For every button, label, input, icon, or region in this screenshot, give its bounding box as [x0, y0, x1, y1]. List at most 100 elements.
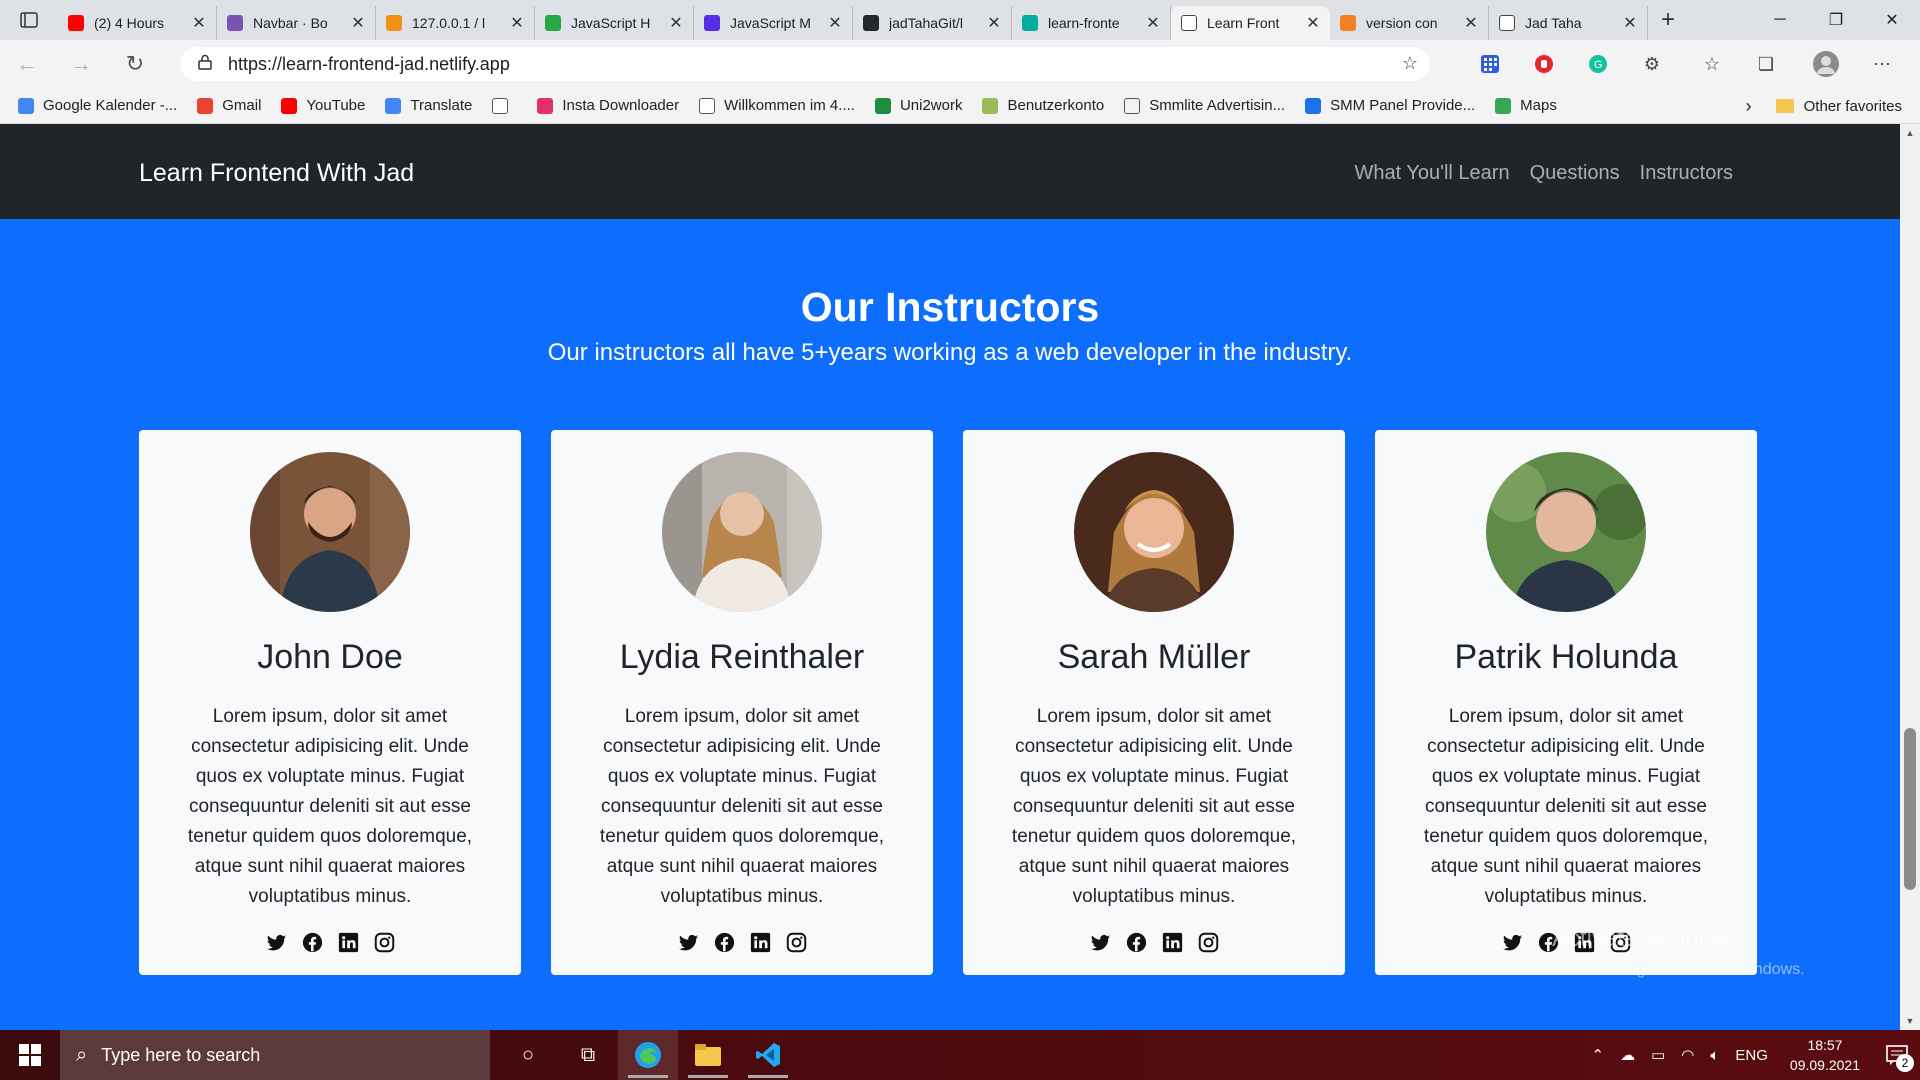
tab-close-icon[interactable]: ✕ [826, 13, 844, 33]
cortana-icon[interactable]: ○ [498, 1030, 558, 1080]
minimize-button[interactable]: ─ [1752, 0, 1808, 40]
page-scrollbar[interactable]: ▲ ▼ [1900, 124, 1920, 1030]
extension-grammarly-icon[interactable]: G [1582, 48, 1614, 80]
file-explorer-taskbar-icon[interactable] [678, 1030, 738, 1080]
instructor-name: Sarah Müller [1057, 638, 1251, 676]
clock[interactable]: 18:57 09.09.2021 [1790, 1035, 1860, 1075]
chevron-up-icon[interactable]: ⌃ [1592, 1046, 1605, 1064]
back-button[interactable]: ← [0, 40, 54, 88]
tab-title: 127.0.0.1 / l [412, 15, 486, 31]
tab-close-icon[interactable]: ✕ [1144, 13, 1162, 33]
tab-close-icon[interactable]: ✕ [190, 13, 208, 33]
bookmark-item[interactable]: Benutzerkonto [982, 97, 1104, 114]
bookmark-item[interactable]: Gmail [197, 97, 261, 114]
browser-tab[interactable]: Navbar · Bo ✕ [217, 6, 376, 40]
bookmark-favicon-icon [699, 97, 716, 114]
scroll-up-arrow-icon[interactable]: ▲ [1900, 124, 1920, 142]
browser-tab[interactable]: learn-fronte ✕ [1012, 6, 1171, 40]
instagram-icon[interactable] [1198, 932, 1219, 953]
scroll-down-arrow-icon[interactable]: ▼ [1900, 1012, 1920, 1030]
bookmark-item[interactable]: Translate [385, 97, 472, 114]
tab-close-icon[interactable]: ✕ [349, 13, 367, 33]
linkedin-icon[interactable] [338, 932, 359, 953]
scrollbar-thumb[interactable] [1904, 728, 1916, 890]
forward-button[interactable]: → [54, 40, 108, 88]
nav-link-questions[interactable]: Questions [1530, 162, 1620, 185]
restore-button[interactable]: ❐ [1808, 0, 1864, 40]
bookmark-label: SMM Panel Provide... [1330, 97, 1476, 114]
taskbar-search-input[interactable]: ⌕ Type here to search [60, 1030, 490, 1080]
extension-adblock-icon[interactable] [1528, 48, 1560, 80]
facebook-icon[interactable] [302, 932, 323, 953]
browser-tab[interactable]: jadTahaGit/l ✕ [853, 6, 1012, 40]
tab-close-icon[interactable]: ✕ [1462, 13, 1480, 33]
tab-close-icon[interactable]: ✕ [1621, 13, 1639, 33]
profile-avatar-icon[interactable] [1810, 48, 1842, 80]
twitter-icon[interactable] [678, 932, 699, 953]
bookmark-item[interactable]: Uni2work [874, 97, 962, 114]
instructor-cards: John Doe Lorem ipsum, dolor sit amet con… [139, 430, 1757, 975]
settings-more-icon[interactable]: ⋯ [1866, 48, 1898, 80]
wifi-icon[interactable]: ◠ [1681, 1046, 1694, 1064]
bookmark-item[interactable]: Maps [1495, 97, 1557, 114]
linkedin-icon[interactable] [1162, 932, 1183, 953]
bookmark-item[interactable]: YouTube [281, 97, 365, 114]
bookmark-item[interactable]: Willkommen im 4.... [699, 97, 855, 114]
instagram-icon[interactable] [374, 932, 395, 953]
browser-tab[interactable]: 127.0.0.1 / l ✕ [376, 6, 535, 40]
favorites-icon[interactable]: ☆ [1696, 48, 1728, 80]
volume-icon[interactable]: 🔈︎ [1710, 1047, 1719, 1064]
close-window-button[interactable]: ✕ [1864, 0, 1920, 40]
start-button[interactable] [0, 1030, 60, 1080]
extension-grid-icon[interactable] [1474, 48, 1506, 80]
vscode-taskbar-icon[interactable] [738, 1030, 798, 1080]
chevron-right-icon[interactable]: › [1746, 96, 1752, 117]
extensions-icon[interactable]: ⚙ [1636, 48, 1668, 80]
browser-tab[interactable]: Learn Front ✕ [1171, 6, 1330, 40]
bookmark-favicon-icon [1495, 97, 1512, 114]
browser-tab[interactable]: JavaScript H ✕ [535, 6, 694, 40]
twitter-icon[interactable] [1090, 932, 1111, 953]
bookmark-item[interactable]: SMM Panel Provide... [1305, 97, 1475, 114]
bookmark-favicon-icon [1124, 97, 1141, 114]
facebook-icon[interactable] [714, 932, 735, 953]
browser-tab[interactable]: Jad Taha ✕ [1489, 6, 1648, 40]
address-bar[interactable]: https://learn-frontend-jad.netlify.app ☆ [180, 47, 1430, 81]
refresh-button[interactable]: ↻ [108, 40, 162, 88]
browser-tab[interactable]: version con ✕ [1330, 6, 1489, 40]
facebook-icon[interactable] [1126, 932, 1147, 953]
browser-tab[interactable]: JavaScript M ✕ [694, 6, 853, 40]
tab-close-icon[interactable]: ✕ [508, 13, 526, 33]
tab-close-icon[interactable]: ✕ [985, 13, 1003, 33]
site-brand[interactable]: Learn Frontend With Jad [139, 159, 414, 188]
onedrive-cloud-icon[interactable]: ☁ [1620, 1046, 1635, 1064]
bookmark-favicon-icon [18, 97, 34, 114]
lock-icon[interactable] [198, 54, 212, 75]
bookmark-item[interactable]: Insta Downloader [537, 97, 679, 114]
browser-tab[interactable]: (2) 4 Hours ✕ [58, 6, 217, 40]
system-tray: ⌃ ☁ ▭ ◠ 🔈︎ ENG 18:57 09.09.2021 2 [1584, 1030, 1920, 1080]
bookmark-item[interactable] [492, 97, 517, 114]
add-favorite-icon[interactable]: ☆ [1402, 53, 1418, 74]
section-subtitle: Our instructors all have 5+years working… [547, 339, 1353, 366]
tab-actions-button[interactable] [0, 0, 58, 40]
tab-close-icon[interactable]: ✕ [1304, 13, 1322, 33]
bookmark-item[interactable]: Google Kalender -... [18, 97, 177, 114]
bookmark-item[interactable]: Smmlite Advertisin... [1124, 97, 1285, 114]
tab-favicon-icon [545, 15, 561, 31]
edge-taskbar-icon[interactable] [618, 1030, 678, 1080]
twitter-icon[interactable] [1502, 932, 1523, 953]
other-favorites-link[interactable]: Other favorites [1804, 98, 1902, 115]
collections-icon[interactable]: ❏ [1750, 48, 1782, 80]
battery-icon[interactable]: ▭ [1651, 1046, 1665, 1064]
language-indicator[interactable]: ENG [1735, 1047, 1768, 1064]
new-tab-button[interactable]: + [1648, 3, 1688, 37]
instagram-icon[interactable] [786, 932, 807, 953]
twitter-icon[interactable] [266, 932, 287, 953]
notification-center-button[interactable]: 2 [1874, 1030, 1920, 1080]
nav-link-instructors[interactable]: Instructors [1640, 162, 1733, 185]
tab-close-icon[interactable]: ✕ [667, 13, 685, 33]
linkedin-icon[interactable] [750, 932, 771, 953]
nav-link-what-youll-learn[interactable]: What You'll Learn [1355, 162, 1510, 185]
task-view-icon[interactable]: ⧉ [558, 1030, 618, 1080]
